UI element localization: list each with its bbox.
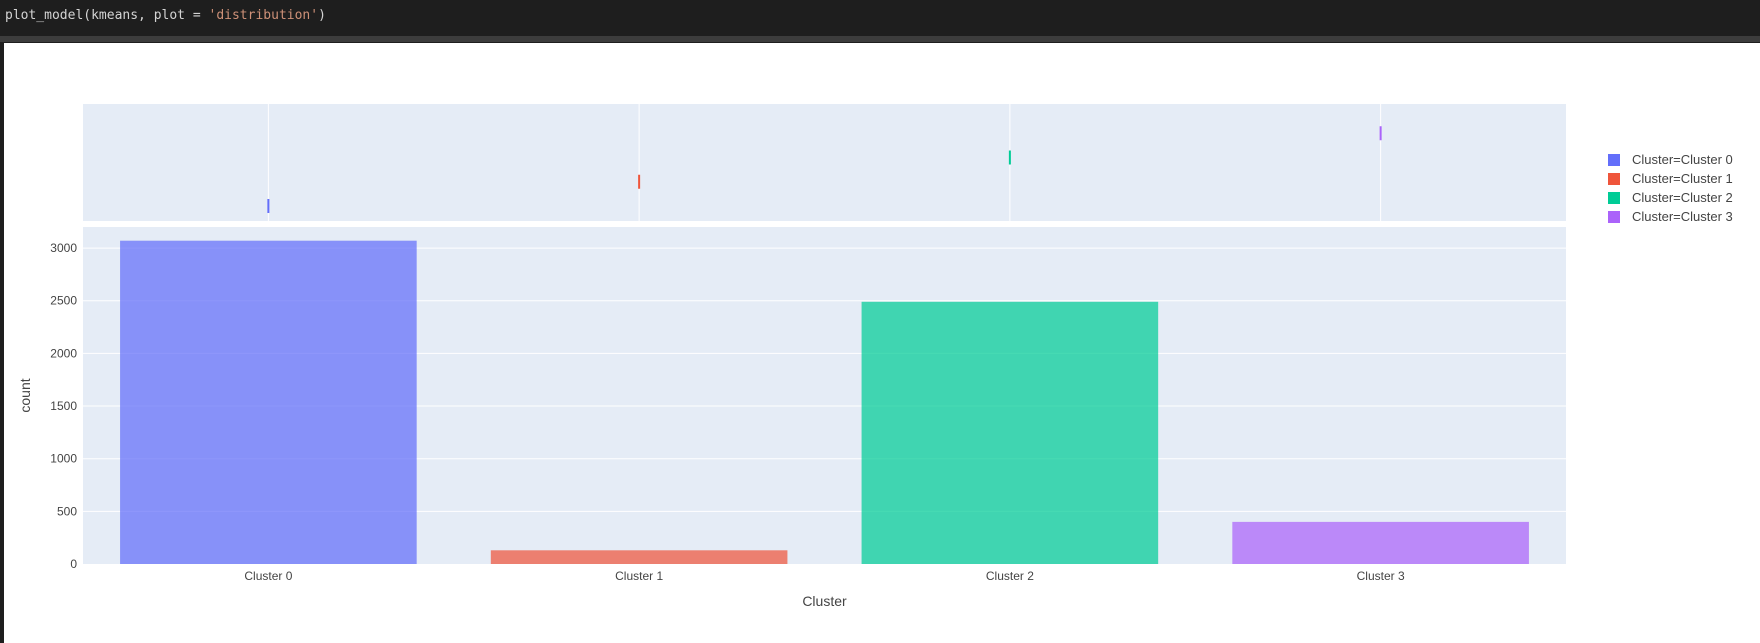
x-tick-label: Cluster 1 xyxy=(615,569,663,583)
legend-item-cluster-1[interactable]: Cluster=Cluster 1 xyxy=(1608,169,1733,188)
y-tick-label: 2500 xyxy=(50,294,77,308)
cell-divider xyxy=(0,36,1760,42)
distribution-chart[interactable]: 0 500 1000 1500 2000 2500 3000 Cluster 0 Cluster… xyxy=(4,43,1760,643)
x-tick-label: Cluster 3 xyxy=(1357,569,1405,583)
code-cell[interactable]: plot_model(kmeans, plot = 'distribution'… xyxy=(0,0,1760,36)
legend-item-cluster-0[interactable]: Cluster=Cluster 0 xyxy=(1608,150,1733,169)
bar-cluster-1[interactable] xyxy=(490,550,788,564)
code-suffix: ) xyxy=(318,8,326,23)
code-text: plot_model(kmeans, plot = xyxy=(5,8,209,23)
x-axis-title: Cluster xyxy=(802,593,847,609)
legend-label-cluster-0: Cluster=Cluster 0 xyxy=(1632,152,1733,167)
y-tick-label: 1500 xyxy=(50,399,77,413)
legend[interactable]: Cluster=Cluster 0 Cluster=Cluster 1 Clus… xyxy=(1608,150,1733,226)
legend-label-cluster-3: Cluster=Cluster 3 xyxy=(1632,209,1733,224)
y-tick-label: 3000 xyxy=(50,241,77,255)
x-tick-label: Cluster 2 xyxy=(986,569,1034,583)
bar-cluster-0[interactable] xyxy=(120,240,417,565)
y-axis-title: count xyxy=(17,378,33,412)
y-tick-label: 2000 xyxy=(50,346,77,360)
legend-item-cluster-2[interactable]: Cluster=Cluster 2 xyxy=(1608,188,1733,207)
bar-cluster-3[interactable] xyxy=(1232,521,1529,564)
x-tick-label: Cluster 0 xyxy=(244,569,292,583)
legend-swatch-cluster-0 xyxy=(1608,153,1620,166)
legend-swatch-cluster-1 xyxy=(1608,172,1620,185)
bar-cluster-2[interactable] xyxy=(861,301,1159,564)
legend-item-cluster-3[interactable]: Cluster=Cluster 3 xyxy=(1608,207,1733,226)
y-tick-label: 500 xyxy=(57,504,77,518)
y-tick-label: 1000 xyxy=(50,452,77,466)
legend-swatch-cluster-2 xyxy=(1608,191,1620,204)
legend-label-cluster-1: Cluster=Cluster 1 xyxy=(1632,171,1733,186)
legend-label-cluster-2: Cluster=Cluster 2 xyxy=(1632,190,1733,205)
code-string: 'distribution' xyxy=(208,8,319,23)
legend-swatch-cluster-3 xyxy=(1608,210,1620,223)
output-area: 0 500 1000 1500 2000 2500 3000 Cluster 0 Cluster… xyxy=(4,43,1760,643)
y-tick-label: 0 xyxy=(70,557,77,571)
rug-plot-area xyxy=(83,104,1566,221)
